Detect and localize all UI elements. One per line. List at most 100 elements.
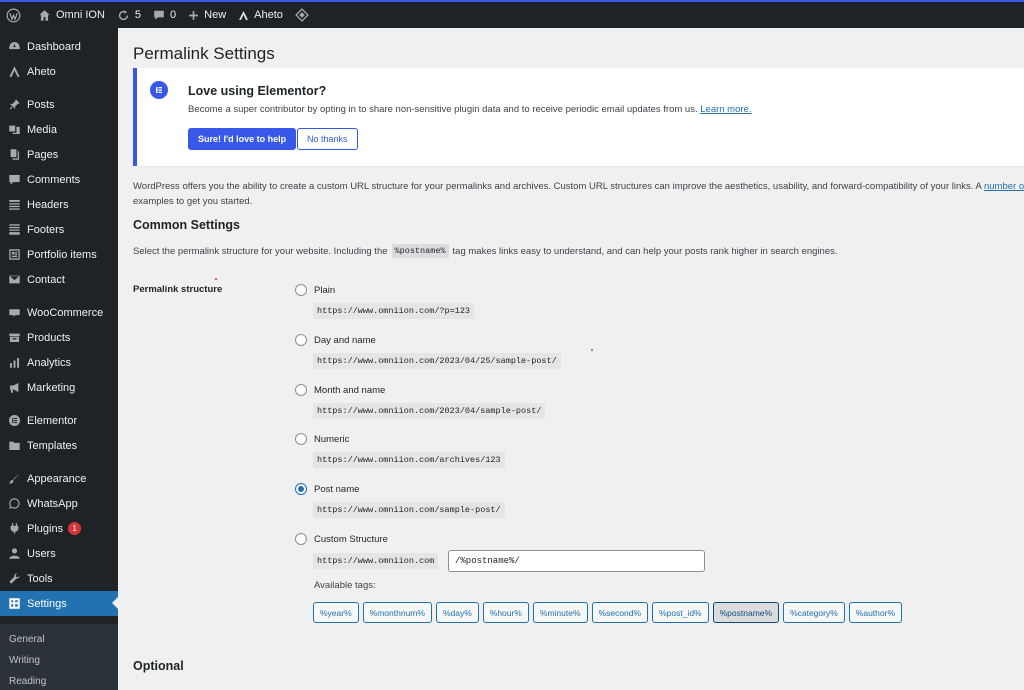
sidebar-item-label: Headers — [27, 198, 69, 211]
sidebar-item-elementor[interactable]: Elementor — [0, 408, 118, 433]
option-day-name-label: Day and name — [314, 334, 376, 346]
opt-in-button[interactable]: Sure! I'd love to help — [188, 128, 297, 150]
submenu-item-reading[interactable]: Reading — [0, 671, 118, 690]
tag-button-author[interactable]: %author% — [848, 602, 902, 623]
sidebar-item-whatsapp[interactable]: WhatsApp — [0, 491, 118, 516]
updates-icon — [117, 9, 130, 22]
sidebar-item-posts[interactable]: Posts — [0, 92, 118, 117]
option-post-name[interactable]: Post name — [295, 483, 359, 495]
sidebar-item-label: Media — [27, 123, 57, 136]
option-numeric-label: Numeric — [314, 433, 350, 445]
radio-numeric[interactable] — [295, 433, 307, 445]
wordpress-logo-icon — [6, 8, 21, 23]
elementor-notice: Love using Elementor? Become a super con… — [133, 68, 1024, 166]
footers-icon — [7, 223, 21, 237]
sidebar-item-comments[interactable]: Comments — [0, 167, 118, 192]
sidebar-item-portfolio-items[interactable]: Portfolio items — [0, 242, 118, 267]
pushpin-icon — [7, 98, 21, 112]
tag-button-second[interactable]: %second% — [591, 602, 649, 623]
admin-menu: Dashboard Aheto Posts Media Pages Comments Hea… — [0, 28, 118, 624]
folder-icon — [7, 439, 21, 453]
no-thanks-button[interactable]: No thanks — [297, 128, 358, 150]
sidebar-item-plugins[interactable]: Plugins 1 — [0, 516, 118, 541]
sidebar-item-appearance[interactable]: Appearance — [0, 466, 118, 491]
sidebar-item-pages[interactable]: Pages — [0, 142, 118, 167]
submenu-item-general[interactable]: General — [0, 629, 118, 650]
sidebar-item-label: Dashboard — [27, 40, 81, 53]
sidebar-item-analytics[interactable]: Analytics — [0, 350, 118, 375]
custom-structure-input[interactable]: /%postname%/ — [448, 550, 705, 572]
menu-separator — [0, 400, 118, 408]
sidebar-item-dashboard[interactable]: Dashboard — [0, 34, 118, 59]
wordpress-logo-menu[interactable] — [0, 2, 32, 28]
option-plain[interactable]: Plain — [295, 284, 335, 296]
sidebar-item-marketing[interactable]: Marketing — [0, 375, 118, 400]
marker-dot — [591, 349, 593, 351]
submenu-item-writing[interactable]: Writing — [0, 650, 118, 671]
tag-button-hour[interactable]: %hour% — [482, 602, 529, 623]
option-day-name[interactable]: Day and name — [295, 334, 376, 346]
aheto-logo-icon — [238, 10, 249, 21]
updates-menu[interactable]: 5 — [111, 2, 147, 28]
sidebar-item-label: Appearance — [27, 472, 87, 485]
aheto-icon — [7, 65, 21, 79]
whatsapp-icon — [7, 497, 21, 511]
headers-icon — [7, 198, 21, 212]
intro-line-1: WordPress offers you the ability to crea… — [133, 179, 1024, 194]
sidebar-item-label: Users — [27, 547, 56, 560]
sidebar-item-contact[interactable]: Contact — [0, 267, 118, 292]
option-month-name[interactable]: Month and name — [295, 384, 385, 396]
elementor-logo-icon — [150, 81, 168, 99]
sidebar-item-headers[interactable]: Headers — [0, 192, 118, 217]
settings-submenu: General Writing Reading — [0, 624, 118, 690]
aheto-label: Aheto — [254, 9, 283, 21]
intro-link[interactable]: number o — [984, 181, 1024, 192]
menu-separator — [0, 616, 118, 624]
tag-button-year[interactable]: %year% — [313, 602, 359, 623]
sidebar-item-footers[interactable]: Footers — [0, 217, 118, 242]
custom-structure-base-url: https://www.omniion.com — [313, 553, 439, 569]
sidebar-item-label: Footers — [27, 223, 65, 236]
sidebar-item-media[interactable]: Media — [0, 117, 118, 142]
radio-post-name[interactable] — [295, 483, 307, 495]
option-numeric[interactable]: Numeric — [295, 433, 349, 445]
sidebar-item-label: Posts — [27, 98, 55, 111]
tag-button-category[interactable]: %category% — [783, 602, 845, 623]
radio-month-name[interactable] — [295, 384, 307, 396]
sidebar-item-woocommerce[interactable]: WooCommerce — [0, 300, 118, 325]
sidebar-item-label: Marketing — [27, 381, 76, 394]
sidebar-item-tools[interactable]: Tools — [0, 566, 118, 591]
comments-menu[interactable]: 0 — [147, 2, 182, 28]
site-name-menu[interactable]: Omni ION — [32, 2, 111, 28]
option-custom-structure[interactable]: Custom Structure — [295, 533, 388, 545]
new-content-menu[interactable]: New — [182, 2, 232, 28]
option-numeric-example: https://www.omniion.com/archives/123 — [313, 452, 505, 468]
notice-message: Become a super contributor by opting in … — [188, 104, 698, 115]
diamond-menu[interactable] — [289, 2, 320, 28]
radio-day-name[interactable] — [295, 334, 307, 346]
tag-button-postname[interactable]: %postname% — [712, 602, 780, 623]
sidebar-item-products[interactable]: Products — [0, 325, 118, 350]
page-title: Permalink Settings — [133, 44, 275, 63]
tag-button-monthnum[interactable]: %monthnum% — [362, 602, 432, 623]
tag-button-day[interactable]: %day% — [435, 602, 479, 623]
available-tags: %year% %monthnum% %day% %hour% %minute% %seco… — [313, 602, 902, 623]
learn-more-link[interactable]: Learn more. — [700, 104, 751, 115]
radio-plain[interactable] — [295, 284, 307, 296]
sidebar-item-users[interactable]: Users — [0, 541, 118, 566]
option-month-name-example: https://www.omniion.com/2023/04/sample-p… — [313, 403, 546, 419]
menu-separator — [0, 458, 118, 466]
sidebar-item-label: Settings — [27, 597, 67, 610]
sidebar-item-templates[interactable]: Templates — [0, 433, 118, 458]
diamond-icon — [295, 8, 309, 22]
updates-count: 5 — [134, 9, 142, 21]
permalink-intro: WordPress offers you the ability to crea… — [133, 179, 1024, 209]
aheto-menu[interactable]: Aheto — [232, 2, 289, 28]
sidebar-item-label: WhatsApp — [27, 497, 78, 510]
radio-custom-structure[interactable] — [295, 533, 307, 545]
sidebar-item-settings[interactable]: Settings — [0, 591, 118, 616]
intro-text-1: WordPress offers you the ability to crea… — [133, 181, 982, 192]
tag-button-minute[interactable]: %minute% — [532, 602, 588, 623]
sidebar-item-aheto[interactable]: Aheto — [0, 59, 118, 84]
tag-button-post-id[interactable]: %post_id% — [652, 602, 709, 623]
